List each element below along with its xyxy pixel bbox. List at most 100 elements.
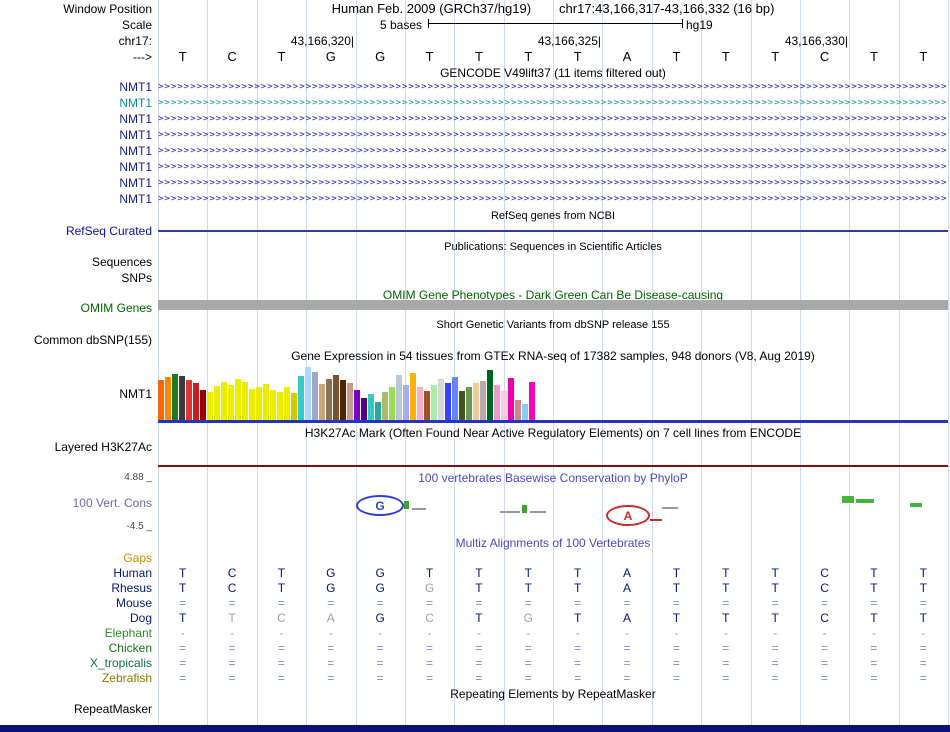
- species-label-mouse[interactable]: Mouse: [0, 596, 152, 610]
- assembly-label: hg19: [686, 18, 713, 32]
- alignment-base: =: [672, 641, 680, 655]
- gencode-transcript-line[interactable]: >>>>>>>>>>>>>>>>>>>>>>>>>>>>>>>>>>>>>>>>…: [158, 192, 948, 206]
- alignment-base: =: [376, 671, 384, 685]
- species-label-human[interactable]: Human: [0, 566, 152, 580]
- gencode-transcript-label[interactable]: NMT1: [0, 160, 152, 174]
- gtex-gene-label[interactable]: NMT1: [0, 387, 152, 401]
- species-label-chicken[interactable]: Chicken: [0, 641, 152, 655]
- dbsnp-title[interactable]: Short Genetic Variants from dbSNP releas…: [158, 318, 948, 332]
- alignment-base: T: [870, 581, 878, 595]
- alignment-row[interactable]: ----------------: [158, 626, 948, 640]
- alignment-base: =: [228, 671, 236, 685]
- alignment-row[interactable]: TCTGGTTTTATTTCTT: [158, 566, 948, 580]
- alignment-base: =: [722, 656, 730, 670]
- window-position-label: Window Position: [63, 2, 152, 16]
- alignment-base: T: [771, 611, 779, 625]
- alignment-base: T: [919, 581, 927, 595]
- gencode-title[interactable]: GENCODE V49lift37 (11 items filtered out…: [158, 66, 948, 80]
- alignment-base: =: [821, 596, 829, 610]
- alignment-base: -: [773, 626, 778, 640]
- phylop-title[interactable]: 100 vertebrates Basewise Conservation by…: [158, 471, 948, 485]
- phylop-track-label[interactable]: 100 Vert. Cons: [0, 496, 152, 510]
- gencode-transcript-label[interactable]: NMT1: [0, 128, 152, 142]
- snps-label[interactable]: SNPs: [0, 271, 152, 285]
- alignment-base: =: [426, 641, 434, 655]
- alignment-row[interactable]: = = = = = = = = = = = = = = = =: [158, 671, 948, 685]
- alignment-base: T: [574, 566, 582, 580]
- gtex-expression-bar: [389, 387, 395, 420]
- gtex-expression-bar: [431, 385, 437, 420]
- species-label-rhesus[interactable]: Rhesus: [0, 581, 152, 595]
- gtex-expression-bar: [347, 383, 353, 420]
- coordinate-label: 43,166,325|: [537, 34, 601, 48]
- multiz-title[interactable]: Multiz Alignments of 100 Vertebrates: [158, 536, 948, 550]
- refseq-title[interactable]: RefSeq genes from NCBI: [158, 209, 948, 223]
- alignment-base: G: [424, 581, 435, 595]
- alignment-base: T: [277, 581, 286, 595]
- species-label-zebrafish[interactable]: Zebrafish: [0, 671, 152, 685]
- gencode-transcript-line[interactable]: >>>>>>>>>>>>>>>>>>>>>>>>>>>>>>>>>>>>>>>>…: [158, 160, 948, 174]
- alignment-base: =: [574, 641, 582, 655]
- gencode-transcript-label[interactable]: NMT1: [0, 192, 152, 206]
- gencode-transcript-line[interactable]: >>>>>>>>>>>>>>>>>>>>>>>>>>>>>>>>>>>>>>>>…: [158, 80, 948, 94]
- gtex-title[interactable]: Gene Expression in 54 tissues from GTEx …: [158, 349, 948, 363]
- alignment-row[interactable]: = = = = = = = = = = = = = = = =: [158, 641, 948, 655]
- gencode-transcript-line[interactable]: >>>>>>>>>>>>>>>>>>>>>>>>>>>>>>>>>>>>>>>>…: [158, 144, 948, 158]
- alignment-base: =: [426, 671, 434, 685]
- omim-genes-label[interactable]: OMIM Genes: [0, 301, 152, 315]
- refseq-curated-track[interactable]: [158, 230, 948, 232]
- gtex-expression-bar: [494, 385, 500, 420]
- position-line: Human Feb. 2009 (GRCh37/hg19) chr17:43,16…: [158, 2, 948, 16]
- repeatmasker-title[interactable]: Repeating Elements by RepeatMasker: [158, 687, 948, 701]
- alignment-base: -: [180, 626, 185, 640]
- gtex-expression-bar: [508, 378, 514, 420]
- gencode-transcript-label[interactable]: NMT1: [0, 176, 152, 190]
- sequences-label[interactable]: Sequences: [0, 255, 152, 269]
- gencode-transcript-label[interactable]: NMT1: [0, 112, 152, 126]
- species-label-dog[interactable]: Dog: [0, 611, 152, 625]
- alignment-base: =: [722, 641, 730, 655]
- alignment-base: C: [820, 581, 829, 595]
- alignment-row[interactable]: TTCAGCTGTATTTCTT: [158, 611, 948, 625]
- gencode-transcript-label[interactable]: NMT1: [0, 96, 152, 110]
- gencode-transcript-line[interactable]: >>>>>>>>>>>>>>>>>>>>>>>>>>>>>>>>>>>>>>>>…: [158, 128, 948, 142]
- h3k27ac-title[interactable]: H3K27Ac Mark (Often Found Near Active Re…: [158, 426, 948, 440]
- alignment-base: -: [871, 626, 876, 640]
- h3k27ac-label[interactable]: Layered H3K27Ac: [0, 440, 152, 454]
- species-label-elephant[interactable]: Elephant: [0, 626, 152, 640]
- gencode-transcript-line[interactable]: >>>>>>>>>>>>>>>>>>>>>>>>>>>>>>>>>>>>>>>>…: [158, 112, 948, 126]
- dbsnp-label[interactable]: Common dbSNP(155): [0, 333, 152, 347]
- alignment-base: G: [326, 566, 336, 580]
- refseq-curated-label[interactable]: RefSeq Curated: [0, 224, 152, 238]
- gtex-expression-bar: [354, 390, 360, 420]
- alignment-base: =: [277, 596, 285, 610]
- gencode-transcript-line[interactable]: >>>>>>>>>>>>>>>>>>>>>>>>>>>>>>>>>>>>>>>>…: [158, 176, 948, 190]
- gtex-expression-bar: [403, 385, 409, 420]
- gtex-expression-chart[interactable]: [158, 365, 536, 420]
- alignment-row[interactable]: = = = = = = = = = = = = = = = =: [158, 656, 948, 670]
- alignment-row[interactable]: = = = = = = = = = = = = = = = =: [158, 596, 948, 610]
- publications-title[interactable]: Publications: Sequences in Scientific Ar…: [158, 240, 948, 254]
- alignment-base: =: [870, 641, 878, 655]
- alignment-base: =: [327, 656, 335, 670]
- species-label-x_tropicalis[interactable]: X_tropicalis: [0, 656, 152, 670]
- omim-genes-track[interactable]: [158, 300, 948, 310]
- h3k27ac-track[interactable]: [158, 465, 948, 467]
- scale-ruler: [428, 19, 683, 28]
- alignment-row[interactable]: TCTGGGTTTATTTCTT: [158, 581, 948, 595]
- gencode-transcript-line[interactable]: >>>>>>>>>>>>>>>>>>>>>>>>>>>>>>>>>>>>>>>>…: [158, 96, 948, 110]
- alignment-base: =: [524, 596, 532, 610]
- repeatmasker-label[interactable]: RepeatMasker: [0, 702, 152, 716]
- gencode-transcript-label[interactable]: NMT1: [0, 144, 152, 158]
- alignment-base: T: [574, 581, 582, 595]
- base-letter: T: [721, 49, 730, 64]
- gtex-expression-bar: [284, 387, 290, 420]
- gtex-expression-bar: [200, 390, 206, 420]
- alignment-base: =: [821, 641, 829, 655]
- base-letter: T: [474, 49, 483, 64]
- gtex-expression-bar: [270, 390, 276, 420]
- base-letter: A: [622, 49, 632, 64]
- gencode-transcript-label[interactable]: NMT1: [0, 80, 152, 94]
- alignment-base: =: [327, 596, 335, 610]
- alignment-base: =: [821, 671, 829, 685]
